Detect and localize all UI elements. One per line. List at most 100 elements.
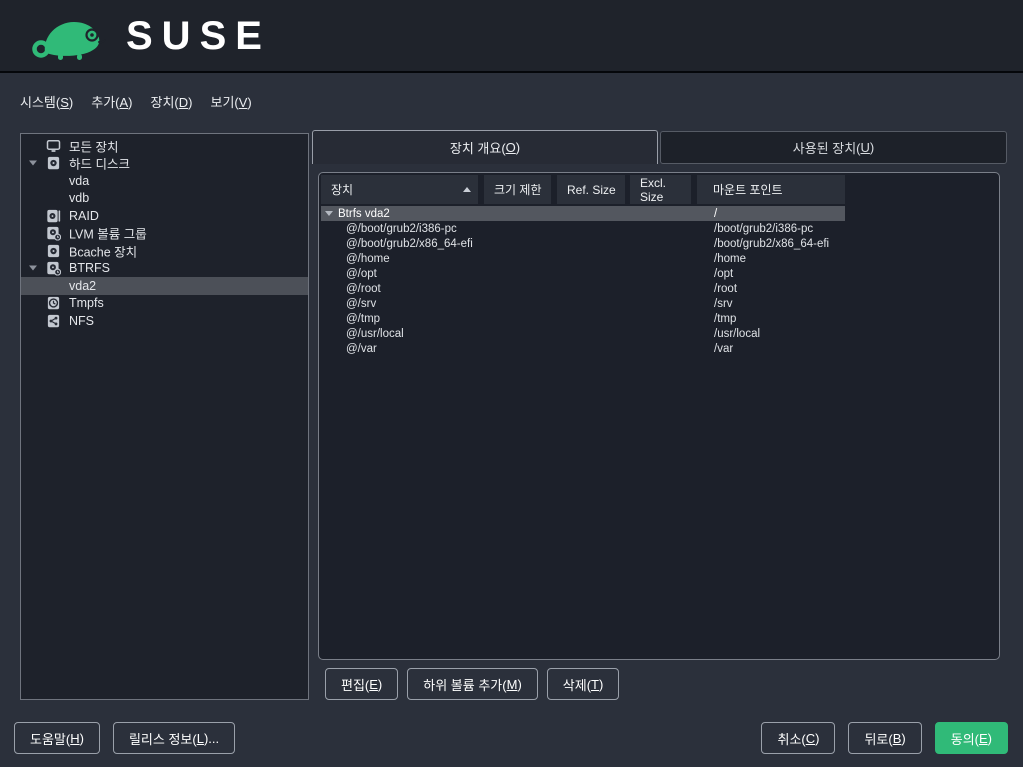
brand-bar: SUSE	[0, 0, 1023, 73]
delete-button[interactable]: 삭제(T)	[547, 668, 620, 700]
mount-point-cell: /tmp	[714, 313, 736, 325]
mount-point-cell: /srv	[714, 298, 733, 310]
column-header[interactable]: Ref. Size	[557, 175, 625, 204]
table-row[interactable]: @/srv/srv	[321, 296, 845, 311]
mount-point-cell: /boot/grub2/i386-pc	[714, 223, 813, 235]
lvm-icon	[46, 226, 61, 241]
table-row[interactable]: @/boot/grub2/i386-pc/boot/grub2/i386-pc	[321, 221, 845, 236]
device-name: @/boot/grub2/x86_64-efi	[346, 238, 473, 250]
chevron-down-icon[interactable]	[29, 266, 37, 271]
tab-used-devices[interactable]: 사용된 장치(U)	[660, 131, 1007, 164]
sidebar-item-all-devices[interactable]: 모든 장치	[21, 137, 308, 155]
column-header[interactable]: 크기 제한	[484, 175, 551, 204]
device-cell: Btrfs vda2	[325, 208, 390, 220]
table-actions: 편집(E) 하위 볼륨 추가(M) 삭제(T)	[325, 668, 619, 700]
disk-icon	[46, 156, 61, 171]
column-header[interactable]: 마운트 포인트	[697, 175, 845, 204]
sidebar-item-label: 모든 장치	[69, 136, 118, 155]
computer-icon	[46, 138, 61, 153]
device-name: @/root	[346, 283, 381, 295]
table-row[interactable]: @/boot/grub2/x86_64-efi/boot/grub2/x86_6…	[321, 236, 845, 251]
sidebar-item-label: RAID	[69, 209, 99, 223]
edit-button[interactable]: 편집(E)	[325, 668, 398, 700]
menu-system[interactable]: 시스템(S)	[20, 92, 73, 111]
mount-point-cell: /var	[714, 343, 733, 355]
table-body: Btrfs vda2/@/boot/grub2/i386-pc/boot/gru…	[321, 206, 997, 356]
device-name: @/opt	[346, 268, 377, 280]
column-header-label: 마운트 포인트	[713, 181, 783, 198]
menu-add[interactable]: 추가(A)	[91, 92, 132, 111]
device-name: @/srv	[346, 298, 376, 310]
mount-point-cell: /root	[714, 283, 737, 295]
mount-point-cell: /usr/local	[714, 328, 760, 340]
add-subvolume-button[interactable]: 하위 볼륨 추가(M)	[407, 668, 538, 700]
table-row[interactable]: @/tmp/tmp	[321, 311, 845, 326]
sidebar-item-label: vda	[69, 174, 89, 188]
table-row[interactable]: @/var/var	[321, 341, 845, 356]
mount-point-cell: /boot/grub2/x86_64-efi	[714, 238, 829, 250]
sidebar-item-vdb[interactable]: vdb	[21, 190, 308, 208]
sidebar-item-label: Bcache 장치	[69, 241, 137, 260]
table-header-row: 장치 크기 제한 Ref. Size Excl. Size 마운트 포인트	[321, 175, 997, 204]
help-button[interactable]: 도움말(H)	[14, 722, 100, 754]
table-row[interactable]: @/home/home	[321, 251, 845, 266]
nfs-icon	[46, 313, 61, 328]
release-notes-button[interactable]: 릴리스 정보(L)...	[113, 722, 235, 754]
sidebar-item-label: vdb	[69, 191, 89, 205]
back-button[interactable]: 뒤로(B)	[848, 722, 921, 754]
device-cell: @/tmp	[346, 313, 380, 325]
sidebar-item-label: 하드 디스크	[69, 154, 130, 173]
device-cell: @/home	[346, 253, 390, 265]
mount-point-cell: /home	[714, 253, 746, 265]
device-cell: @/srv	[346, 298, 376, 310]
sidebar-item-bcache[interactable]: Bcache 장치	[21, 242, 308, 260]
tab-device-overview[interactable]: 장치 개요(O)	[312, 130, 658, 164]
btrfs-icon	[46, 261, 61, 276]
device-cell: @/root	[346, 283, 381, 295]
sidebar-item-label: NFS	[69, 314, 94, 328]
suse-logo: SUSE	[30, 11, 271, 61]
sidebar-item-lvm-volume-groups[interactable]: LVM 볼륨 그룹	[21, 225, 308, 243]
sidebar-item-vda[interactable]: vda	[21, 172, 308, 190]
column-header-label: 크기 제한	[494, 181, 542, 198]
brand-wordmark: SUSE	[126, 16, 271, 56]
device-tree-panel: 모든 장치하드 디스크vda vdb RAID LVM 볼륨 그룹Bcache 장치B…	[20, 133, 309, 700]
suse-chameleon-icon	[30, 11, 110, 61]
raid-icon	[46, 208, 61, 223]
sidebar-item-tmpfs[interactable]: Tmpfs	[21, 295, 308, 313]
table-row[interactable]: @/usr/local/usr/local	[321, 326, 845, 341]
device-cell: @/opt	[346, 268, 377, 280]
sidebar-item-raid[interactable]: RAID	[21, 207, 308, 225]
mount-point-cell: /	[714, 208, 717, 220]
device-cell: @/usr/local	[346, 328, 404, 340]
accept-button[interactable]: 동의(E)	[935, 722, 1008, 754]
device-cell: @/boot/grub2/x86_64-efi	[346, 238, 473, 250]
menu-device[interactable]: 장치(D)	[151, 92, 193, 111]
sidebar-item-btrfs[interactable]: BTRFS	[21, 260, 308, 278]
sidebar-item-vda2[interactable]: vda2	[21, 277, 308, 295]
column-header[interactable]: Excl. Size	[630, 175, 691, 204]
device-name: @/home	[346, 253, 390, 265]
column-header-label: Excl. Size	[640, 176, 691, 204]
table-row[interactable]: Btrfs vda2 /	[321, 206, 845, 221]
footer-left-buttons: 도움말(H) 릴리스 정보(L)...	[14, 722, 235, 754]
menu-view[interactable]: 보기(V)	[210, 92, 251, 111]
column-header-label: 장치	[331, 181, 353, 198]
column-header-label: Ref. Size	[567, 183, 616, 197]
device-name: @/usr/local	[346, 328, 404, 340]
column-header[interactable]: 장치	[321, 175, 478, 204]
chevron-down-icon[interactable]	[325, 211, 333, 216]
device-name: @/boot/grub2/i386-pc	[346, 223, 457, 235]
device-cell: @/boot/grub2/i386-pc	[346, 223, 457, 235]
table-row[interactable]: @/opt/opt	[321, 266, 845, 281]
yast-partitioner-window: SUSE 시스템(S)추가(A)장치(D)보기(V) 모든 장치하드 디스크vd…	[0, 0, 1023, 767]
mount-point-cell: /opt	[714, 268, 733, 280]
sidebar-item-nfs[interactable]: NFS	[21, 312, 308, 330]
device-cell: @/var	[346, 343, 377, 355]
cancel-button[interactable]: 취소(C)	[761, 722, 835, 754]
sidebar-item-label: vda2	[69, 279, 96, 293]
sidebar-item-hard-disks[interactable]: 하드 디스크	[21, 155, 308, 173]
table-row[interactable]: @/root/root	[321, 281, 845, 296]
subvolume-table: 장치 크기 제한 Ref. Size Excl. Size 마운트 포인트 Btrfs …	[318, 172, 1000, 660]
chevron-down-icon[interactable]	[29, 161, 37, 166]
